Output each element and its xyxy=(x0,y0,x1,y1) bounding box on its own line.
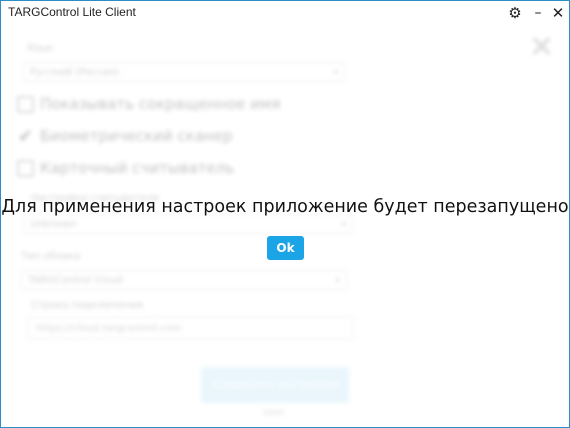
minimize-button[interactable]: – xyxy=(527,1,549,25)
app-window: TARGControl Lite Client ⚙ – ✕ ✕ Язык Рус… xyxy=(0,0,570,428)
settings-screen: ✕ Язык Русский (Россия) ▾ Показывать сок… xyxy=(1,25,569,427)
close-button[interactable]: ✕ xyxy=(547,1,569,25)
settings-gear-icon[interactable]: ⚙ xyxy=(504,1,526,25)
restart-message: Для применения настроек приложение будет… xyxy=(1,197,569,217)
modal-overlay: Для применения настроек приложение будет… xyxy=(1,25,569,427)
window-title: TARGControl Lite Client xyxy=(8,5,136,19)
title-bar[interactable]: TARGControl Lite Client ⚙ – ✕ xyxy=(1,1,569,25)
ok-button[interactable]: Ok xyxy=(267,236,304,260)
